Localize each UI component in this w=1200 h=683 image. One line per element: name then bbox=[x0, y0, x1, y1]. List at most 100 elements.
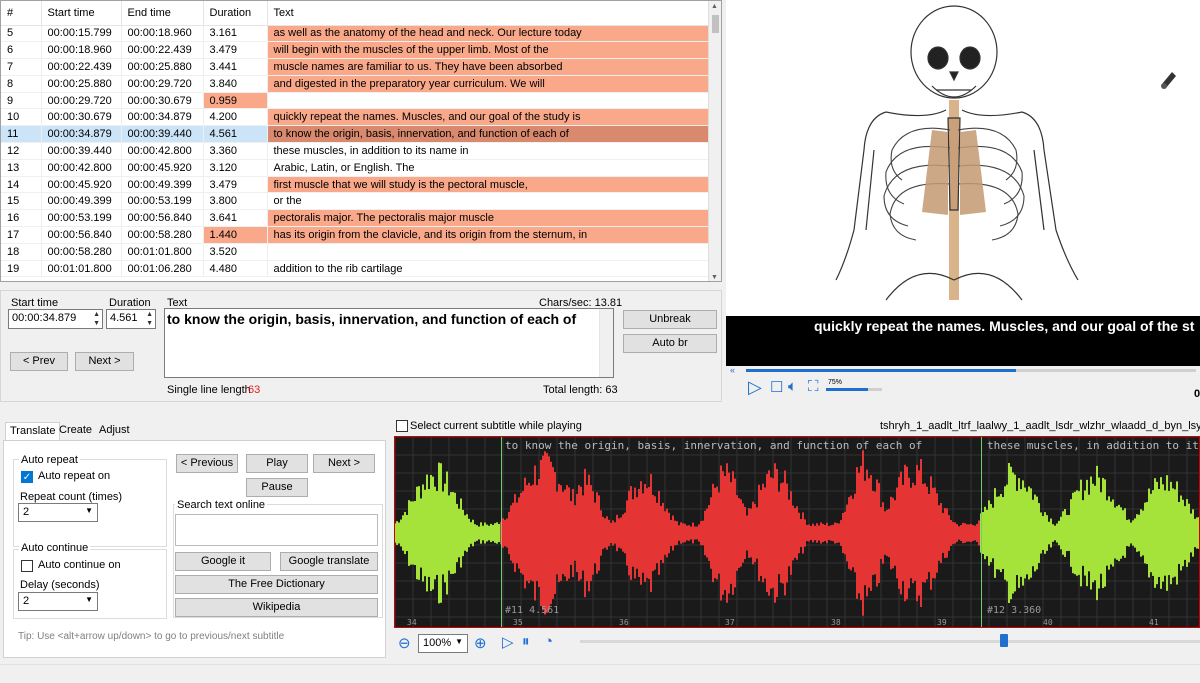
start-time-cell[interactable]: 00:00:29.720 bbox=[41, 92, 122, 110]
segment-11-start-marker[interactable] bbox=[501, 437, 502, 627]
end-time-cell[interactable]: 00:00:42.800 bbox=[121, 142, 204, 160]
table-row[interactable]: 16 00:00:53.199 00:00:56.840 3.641 pectorali… bbox=[1, 209, 710, 228]
duration-cell[interactable]: 3.161 bbox=[203, 25, 268, 43]
start-time-cell[interactable]: 00:00:42.800 bbox=[41, 159, 122, 177]
text-cell[interactable]: addition to the rib cartilage bbox=[267, 260, 710, 278]
start-time-cell[interactable]: 00:00:18.960 bbox=[41, 41, 122, 60]
waveform-slider-thumb[interactable] bbox=[1000, 634, 1008, 647]
duration-cell[interactable]: 3.479 bbox=[203, 176, 268, 194]
video-player[interactable]: quickly repeat the names. Muscles, and o… bbox=[726, 0, 1200, 366]
speed-icon[interactable]: ◔ bbox=[544, 633, 553, 650]
column-header-duration[interactable]: Duration bbox=[203, 1, 268, 26]
play-icon[interactable]: ▷ bbox=[748, 377, 762, 398]
zoom-in-icon[interactable]: ⊕ bbox=[474, 634, 487, 652]
duration-cell[interactable]: 4.480 bbox=[203, 260, 268, 278]
end-time-cell[interactable]: 00:00:56.840 bbox=[121, 209, 204, 228]
table-row[interactable]: 17 00:00:56.840 00:00:58.280 1.440 has its o… bbox=[1, 226, 710, 244]
row-number-cell[interactable]: 15 bbox=[1, 192, 42, 211]
duration-cell[interactable]: 3.800 bbox=[203, 192, 268, 211]
duration-cell[interactable]: 1.440 bbox=[203, 226, 268, 244]
text-cell[interactable]: as well as the anatomy of the head and n… bbox=[267, 25, 710, 43]
table-row[interactable]: 11 00:00:34.879 00:00:39.440 4.561 to know t… bbox=[1, 125, 710, 144]
text-cell[interactable]: muscle names are familiar to us. They ha… bbox=[267, 58, 710, 76]
start-time-input[interactable]: 00:00:34.879 ▲ ▼ bbox=[8, 309, 103, 329]
start-time-cell[interactable]: 00:00:25.880 bbox=[41, 75, 122, 93]
duration-input[interactable]: 4.561 ▲ ▼ bbox=[106, 309, 156, 329]
start-time-cell[interactable]: 00:00:15.799 bbox=[41, 25, 122, 43]
scroll-up-arrow-icon[interactable]: ▲ bbox=[711, 3, 718, 10]
previous-button[interactable]: < Previous bbox=[176, 454, 238, 473]
start-time-cell[interactable]: 00:00:58.280 bbox=[41, 243, 122, 261]
end-time-cell[interactable]: 00:00:58.280 bbox=[121, 226, 204, 244]
duration-cell[interactable]: 0.959 bbox=[203, 92, 268, 110]
duration-cell[interactable]: 4.200 bbox=[203, 108, 268, 127]
text-cell[interactable]: to know the origin, basis, innervation, … bbox=[267, 125, 710, 144]
end-time-cell[interactable]: 00:00:25.880 bbox=[121, 58, 204, 76]
zoom-out-icon[interactable]: ⊖ bbox=[398, 634, 411, 652]
text-cell[interactable]: has its origin from the clavicle, and it… bbox=[267, 226, 710, 244]
end-time-cell[interactable]: 00:00:34.879 bbox=[121, 108, 204, 127]
start-time-cell[interactable]: 00:00:39.440 bbox=[41, 142, 122, 160]
subtitle-grid[interactable]: # Start time End time Duration Text 5 00:… bbox=[0, 0, 722, 282]
play-button[interactable]: Play bbox=[246, 454, 308, 473]
row-number-cell[interactable]: 6 bbox=[1, 41, 42, 60]
textbox-scrollbar[interactable] bbox=[599, 309, 613, 377]
wikipedia-button[interactable]: Wikipedia bbox=[175, 598, 378, 617]
table-row[interactable]: 13 00:00:42.800 00:00:45.920 3.120 Arabic, L… bbox=[1, 159, 710, 177]
table-row[interactable]: 8 00:00:25.880 00:00:29.720 3.840 and digest… bbox=[1, 75, 710, 93]
table-row[interactable]: 10 00:00:30.679 00:00:34.879 4.200 quickly r… bbox=[1, 108, 710, 127]
duration-cell[interactable]: 3.641 bbox=[203, 209, 268, 228]
end-time-cell[interactable]: 00:00:49.399 bbox=[121, 176, 204, 194]
table-row[interactable]: 9 00:00:29.720 00:00:30.679 0.959 bbox=[1, 92, 710, 110]
column-header-end-time[interactable]: End time bbox=[121, 1, 204, 26]
table-row[interactable]: 12 00:00:39.440 00:00:42.800 3.360 these mus… bbox=[1, 142, 710, 160]
end-time-cell[interactable]: 00:01:06.280 bbox=[121, 260, 204, 278]
text-cell[interactable]: Arabic, Latin, or English. The bbox=[267, 159, 710, 177]
start-time-cell[interactable]: 00:00:34.879 bbox=[41, 125, 122, 144]
audio-waveform[interactable]: to know the origin, basis, innervation, … bbox=[394, 436, 1200, 628]
duration-cell[interactable]: 3.120 bbox=[203, 159, 268, 177]
select-subtitle-checkbox[interactable] bbox=[396, 420, 408, 432]
search-text-input[interactable] bbox=[175, 514, 378, 546]
repeat-count-select[interactable]: 2 ▼ bbox=[18, 503, 98, 522]
start-time-cell[interactable]: 00:00:22.439 bbox=[41, 58, 122, 76]
row-number-cell[interactable]: 8 bbox=[1, 75, 42, 93]
next-button[interactable]: Next > bbox=[75, 352, 134, 371]
row-number-cell[interactable]: 7 bbox=[1, 58, 42, 76]
duration-cell[interactable]: 3.441 bbox=[203, 58, 268, 76]
text-cell[interactable]: and digested in the preparatory year cur… bbox=[267, 75, 710, 93]
table-row[interactable]: 18 00:00:58.280 00:01:01.800 3.520 bbox=[1, 243, 710, 261]
row-number-cell[interactable]: 17 bbox=[1, 226, 42, 244]
row-number-cell[interactable]: 19 bbox=[1, 260, 42, 278]
text-cell[interactable] bbox=[267, 92, 710, 110]
rewind-icon[interactable]: « bbox=[730, 365, 735, 375]
table-row[interactable]: 6 00:00:18.960 00:00:22.439 3.479 will begin… bbox=[1, 41, 710, 60]
table-row[interactable]: 14 00:00:45.920 00:00:49.399 3.479 first mus… bbox=[1, 176, 710, 194]
play-pause-icon[interactable]: ⏸︎ bbox=[522, 633, 530, 650]
auto-repeat-checkbox[interactable]: ✓ bbox=[21, 471, 33, 483]
google-translate-button[interactable]: Google translate bbox=[280, 552, 378, 571]
row-number-cell[interactable]: 10 bbox=[1, 108, 42, 127]
text-cell[interactable]: these muscles, in addition to its name i… bbox=[267, 142, 710, 160]
row-number-cell[interactable]: 5 bbox=[1, 25, 42, 43]
start-time-cell[interactable]: 00:00:30.679 bbox=[41, 108, 122, 127]
end-time-cell[interactable]: 00:00:30.679 bbox=[121, 92, 204, 110]
spin-arrows-icon[interactable]: ▲ ▼ bbox=[146, 310, 153, 328]
fullscreen-icon[interactable]: ⛶ bbox=[808, 378, 819, 395]
text-cell[interactable]: or the bbox=[267, 192, 710, 211]
next-subtitle-button[interactable]: Next > bbox=[313, 454, 375, 473]
prev-button[interactable]: < Prev bbox=[10, 352, 68, 371]
row-number-cell[interactable]: 14 bbox=[1, 176, 42, 194]
waveform-position-slider[interactable] bbox=[580, 640, 1200, 643]
duration-cell[interactable]: 3.840 bbox=[203, 75, 268, 93]
row-number-cell[interactable]: 13 bbox=[1, 159, 42, 177]
table-row[interactable]: 5 00:00:15.799 00:00:18.960 3.161 as well as… bbox=[1, 25, 710, 43]
free-dictionary-button[interactable]: The Free Dictionary bbox=[175, 575, 378, 594]
google-it-button[interactable]: Google it bbox=[175, 552, 271, 571]
pause-button[interactable]: Pause bbox=[246, 478, 308, 497]
duration-cell[interactable]: 4.561 bbox=[203, 125, 268, 144]
end-time-cell[interactable]: 00:00:39.440 bbox=[121, 125, 204, 144]
end-time-cell[interactable]: 00:00:45.920 bbox=[121, 159, 204, 177]
row-number-cell[interactable]: 11 bbox=[1, 125, 42, 144]
scrollbar-thumb[interactable] bbox=[712, 15, 719, 33]
